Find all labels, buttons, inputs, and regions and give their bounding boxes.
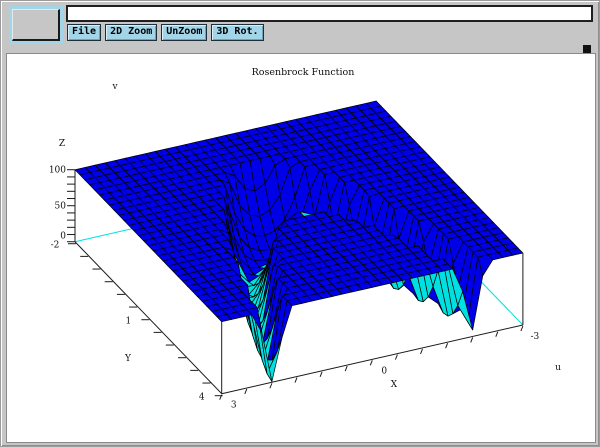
toolbar-button-2d-zoom[interactable]: 2D Zoom (105, 24, 157, 41)
toolbar-button-unzoom[interactable]: UnZoom (161, 24, 207, 41)
graphics-window: File2D ZoomUnZoom3D Rot. 050100-21430-3 … (0, 0, 600, 447)
window-menu-widget[interactable] (9, 6, 63, 44)
toolbar-button-3d-rot[interactable]: 3D Rot. (211, 24, 263, 41)
window-menu-widget-face (12, 9, 60, 41)
info-entry[interactable] (66, 5, 593, 22)
plot-canvas[interactable] (6, 53, 596, 443)
toolbar-button-file[interactable]: File (67, 24, 101, 41)
toolbar: File2D ZoomUnZoom3D Rot. (67, 24, 264, 41)
corner-marker (583, 45, 591, 53)
